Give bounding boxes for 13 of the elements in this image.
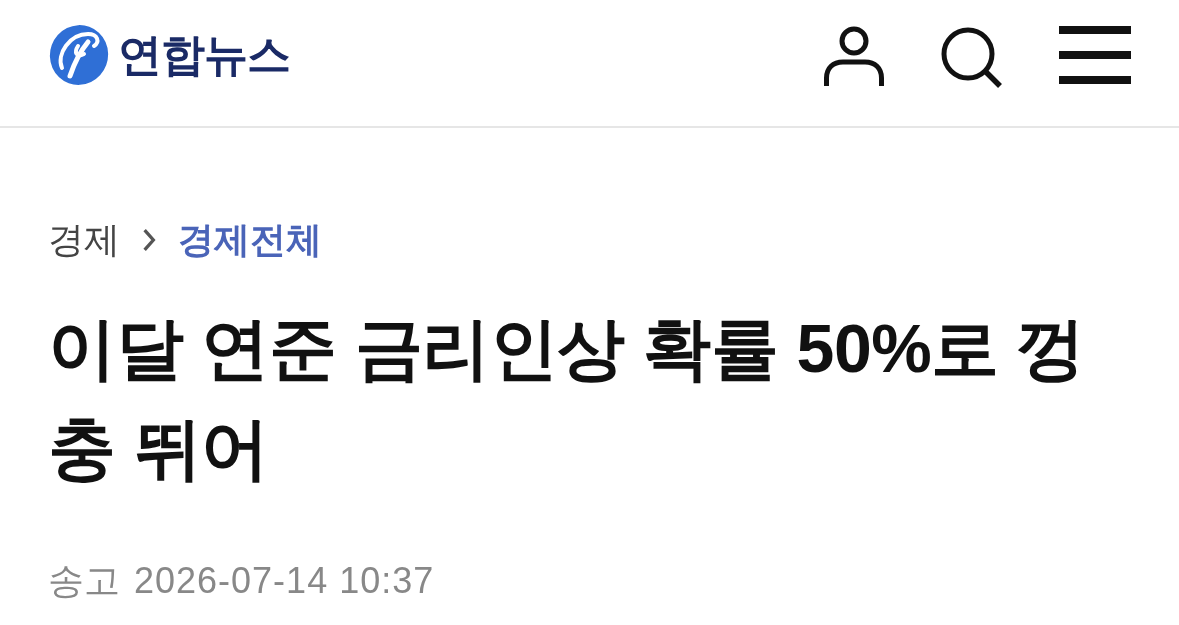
breadcrumb-link[interactable]: 경제전체	[178, 218, 322, 262]
logo-link[interactable]: 연합뉴스	[48, 24, 290, 86]
person-icon	[823, 24, 885, 86]
search-icon	[941, 27, 1003, 89]
swirl-logo-icon	[48, 24, 110, 86]
menu-icon	[1059, 26, 1131, 84]
menu-button[interactable]	[1059, 26, 1131, 84]
chevron-right-icon	[142, 228, 156, 252]
breadcrumb-link[interactable]: 경제	[48, 218, 120, 262]
article-headline: 이달 연준 금리인상 확률 50%로 껑충 뛰어	[48, 309, 1086, 488]
account-button[interactable]	[823, 24, 885, 86]
published-time: 2026-07-14 10:37	[134, 559, 435, 603]
sent-label: 송고	[48, 559, 120, 603]
